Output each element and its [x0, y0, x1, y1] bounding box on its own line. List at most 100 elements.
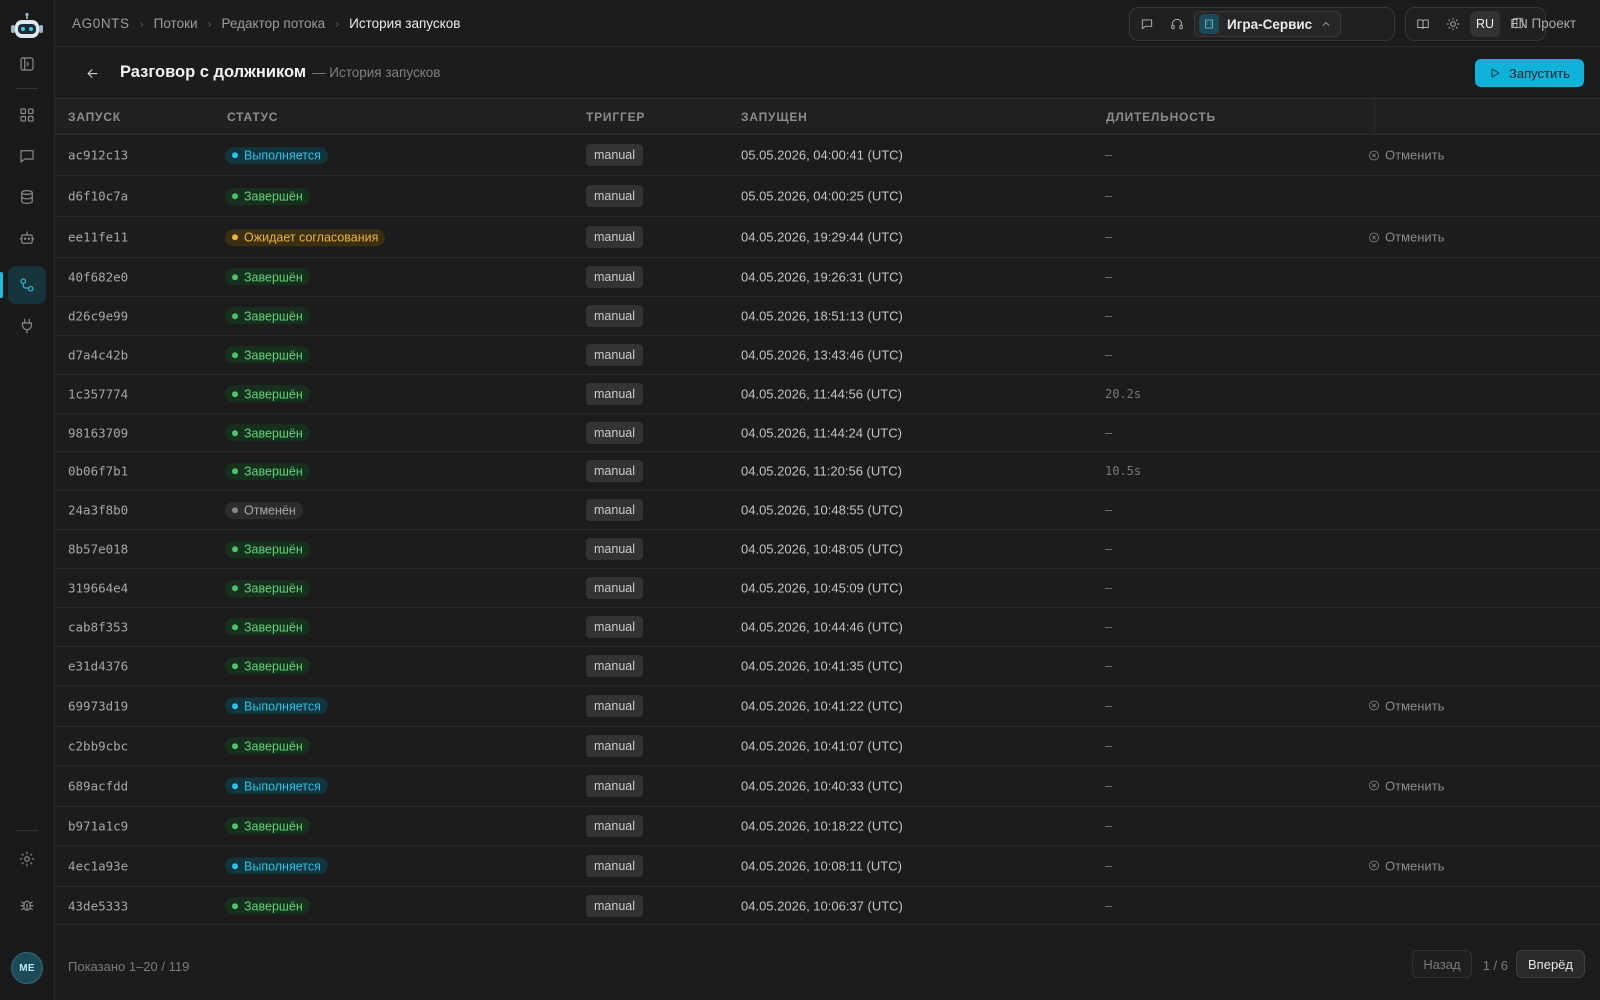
sidebar-toggle-icon[interactable] — [8, 45, 46, 83]
status-dot — [232, 429, 238, 436]
table-row[interactable]: ee11fe11 Ожидает согласования manual 04.… — [55, 217, 1600, 258]
robot-logo-icon[interactable] — [10, 12, 44, 42]
back-arrow-icon[interactable] — [79, 60, 105, 86]
duration: — — [1105, 698, 1113, 713]
cancel-circle-icon — [1368, 149, 1380, 161]
prev-page-button[interactable]: Назад — [1412, 950, 1472, 978]
active-indicator — [0, 272, 3, 298]
trigger-cell: manual — [586, 460, 643, 483]
status-cell: Завершён — [225, 346, 310, 364]
breadcrumb-home[interactable]: AG0NTS — [72, 16, 130, 31]
started-at: 04.05.2026, 10:40:33 (UTC) — [741, 778, 903, 794]
table-row[interactable]: 40f682e0 Завершён manual 04.05.2026, 19:… — [55, 258, 1600, 297]
status-badge: Ожидает согласования — [225, 228, 386, 246]
table-row[interactable]: 1c357774 Завершён manual 04.05.2026, 11:… — [55, 375, 1600, 414]
message-icon[interactable] — [1134, 11, 1160, 37]
table-row[interactable]: 43de5333 Завершён manual 04.05.2026, 10:… — [55, 887, 1600, 926]
cancel-circle-icon — [1368, 700, 1380, 712]
run-id: 40f682e0 — [68, 269, 129, 285]
status-badge: Выполняется — [225, 146, 328, 164]
status-badge: Выполняется — [225, 777, 328, 795]
status-badge: Завершён — [225, 897, 310, 915]
chat-icon[interactable] — [8, 137, 46, 175]
trigger-tag: manual — [586, 734, 643, 757]
started-at: 04.05.2026, 10:41:22 (UTC) — [741, 698, 903, 714]
trigger-cell: manual — [586, 226, 643, 248]
trigger-cell: manual — [586, 694, 643, 717]
status-dot — [232, 782, 238, 789]
run-id: 69973d19 — [68, 698, 129, 714]
bot-icon[interactable] — [8, 219, 46, 257]
duration: — — [1105, 738, 1113, 753]
started-at: 04.05.2026, 11:44:24 (UTC) — [741, 425, 902, 440]
cancel-run-button[interactable]: Отменить — [1368, 230, 1444, 245]
status-label: Завершён — [244, 270, 303, 285]
bug-icon[interactable] — [8, 886, 46, 924]
cancel-run-button[interactable]: Отменить — [1368, 858, 1444, 873]
settings-icon[interactable] — [8, 840, 46, 878]
table-row[interactable]: cab8f353 Завершён manual 04.05.2026, 10:… — [55, 608, 1600, 647]
trigger-tag: manual — [586, 694, 643, 717]
table-row[interactable]: 689acfdd Выполняется manual 04.05.2026, … — [55, 766, 1600, 807]
status-cell: Выполняется — [225, 146, 328, 164]
run-id: 4ec1a93e — [68, 858, 129, 874]
breadcrumb-flows[interactable]: Потоки — [154, 16, 198, 31]
lang-ru-button[interactable]: RU — [1470, 11, 1500, 37]
chevron-up-icon — [1320, 18, 1332, 30]
sun-icon[interactable] — [1440, 11, 1466, 37]
status-label: Завершён — [244, 738, 303, 753]
next-page-button[interactable]: Вперёд — [1516, 950, 1585, 978]
project-button[interactable]: Проект — [1511, 12, 1576, 34]
table-row[interactable]: d6f10c7a Завершён manual 05.05.2026, 04:… — [55, 176, 1600, 217]
table-row[interactable]: 319664e4 Завершён manual 04.05.2026, 10:… — [55, 569, 1600, 609]
status-dot — [232, 234, 238, 241]
trigger-tag: manual — [586, 894, 643, 917]
building-icon — [1199, 14, 1219, 34]
table-row[interactable]: 24a3f8b0 Отменён manual 04.05.2026, 10:4… — [55, 491, 1600, 531]
run-id: d26c9e99 — [68, 308, 129, 324]
status-label: Завершён — [244, 386, 303, 401]
cancel-run-button[interactable]: Отменить — [1368, 778, 1444, 793]
status-dot — [232, 546, 238, 553]
table-row[interactable]: 0b06f7b1 Завершён manual 04.05.2026, 11:… — [55, 452, 1600, 492]
trigger-tag: manual — [586, 304, 643, 327]
table-row[interactable]: b971a1c9 Завершён manual 04.05.2026, 10:… — [55, 807, 1600, 846]
cancel-run-button[interactable]: Отменить — [1368, 698, 1444, 713]
cancel-label: Отменить — [1385, 229, 1445, 245]
duration: — — [1105, 269, 1113, 284]
book-icon[interactable] — [1410, 11, 1436, 37]
cancel-label: Отменить — [1385, 147, 1445, 163]
table-row[interactable]: d26c9e99 Завершён manual 04.05.2026, 18:… — [55, 297, 1600, 336]
table-row[interactable]: 69973d19 Выполняется manual 04.05.2026, … — [55, 686, 1600, 727]
trigger-cell: manual — [586, 894, 643, 917]
avatar[interactable]: ME — [11, 952, 43, 984]
dashboard-icon[interactable] — [8, 96, 46, 134]
project-label: Проект — [1531, 15, 1576, 31]
database-icon[interactable] — [8, 178, 46, 216]
status-badge: Завершён — [225, 540, 310, 558]
plug-icon[interactable] — [8, 307, 46, 345]
status-label: Отменён — [244, 503, 296, 518]
table-row[interactable]: 98163709 Завершён manual 04.05.2026, 11:… — [55, 414, 1600, 453]
column-header-status: СТАТУС — [227, 110, 279, 124]
status-label: Завершён — [244, 542, 303, 557]
breadcrumb-flow-editor[interactable]: Редактор потока — [222, 16, 326, 31]
started-at: 04.05.2026, 10:18:22 (UTC) — [741, 818, 903, 834]
status-cell: Выполняется — [225, 777, 328, 795]
status-label: Ожидает согласования — [244, 230, 379, 245]
run-id: b971a1c9 — [68, 818, 129, 834]
table-row[interactable]: ac912c13 Выполняется manual 05.05.2026, … — [55, 135, 1600, 176]
table-row[interactable]: e31d4376 Завершён manual 04.05.2026, 10:… — [55, 647, 1600, 686]
duration: — — [1105, 658, 1113, 673]
table-row[interactable]: 8b57e018 Завершён manual 04.05.2026, 10:… — [55, 530, 1600, 570]
trigger-tag: manual — [586, 577, 643, 600]
table-row[interactable]: 4ec1a93e Выполняется manual 04.05.2026, … — [55, 846, 1600, 887]
headset-icon[interactable] — [1164, 11, 1190, 37]
cancel-run-button[interactable]: Отменить — [1368, 148, 1444, 163]
run-button[interactable]: Запустить — [1475, 59, 1584, 87]
workspace-selector[interactable]: Игра-Сервис — [1194, 11, 1342, 37]
flows-icon[interactable] — [8, 266, 46, 304]
status-label: Завершён — [244, 189, 303, 204]
table-row[interactable]: c2bb9cbc Завершён manual 04.05.2026, 10:… — [55, 727, 1600, 766]
table-row[interactable]: d7a4c42b Завершён manual 04.05.2026, 13:… — [55, 336, 1600, 375]
